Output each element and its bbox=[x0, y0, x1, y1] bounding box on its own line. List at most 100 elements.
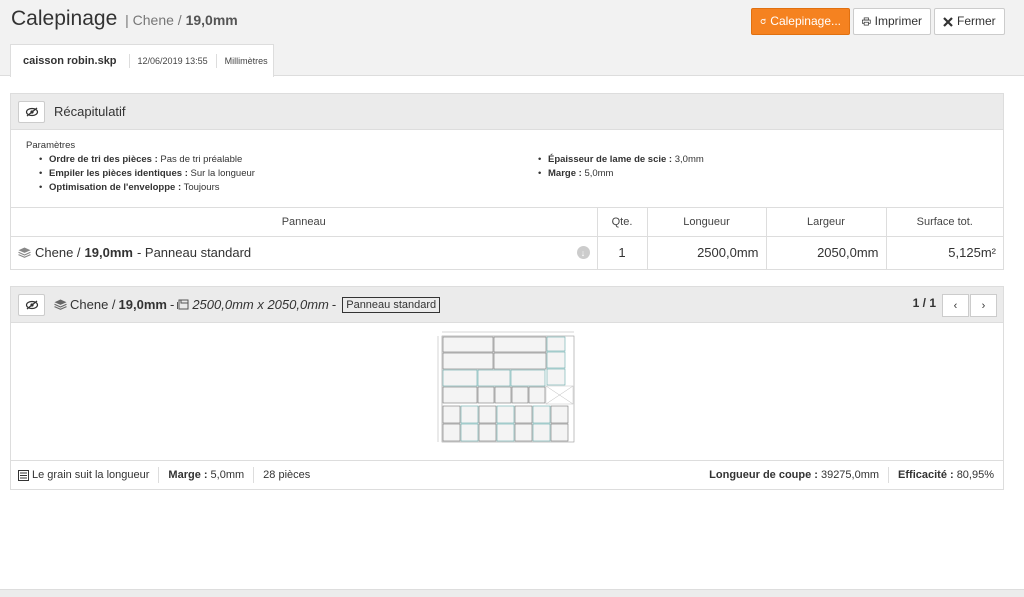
tab-units: Millimètres bbox=[215, 54, 276, 68]
row-material: Chene / bbox=[35, 245, 81, 261]
table-row: Chene / 19,0mm - Panneau standard ↓ 1 25… bbox=[11, 236, 1003, 269]
panel-type-badge: Panneau standard bbox=[342, 296, 441, 313]
cutting-piece bbox=[442, 386, 478, 404]
cutting-piece bbox=[550, 405, 569, 424]
tab-date: 12/06/2019 13:55 bbox=[128, 54, 216, 68]
margin-info: Marge : 5,0mm bbox=[158, 467, 253, 483]
refresh-icon bbox=[760, 18, 766, 24]
summary-table: Panneau Qte. Longueur Largeur Surface to… bbox=[11, 207, 1003, 269]
param-value: 3,0mm bbox=[674, 154, 704, 165]
page-indicator: 1 / 1 bbox=[912, 296, 936, 310]
grain-info: Le grain suit la longueur bbox=[11, 467, 158, 483]
cutting-piece bbox=[496, 405, 515, 424]
cutting-diagram-area bbox=[11, 324, 1003, 461]
next-page-button[interactable]: › bbox=[970, 294, 997, 317]
file-tab[interactable]: caisson robin.skp 12/06/2019 13:55 Milli… bbox=[10, 44, 274, 77]
sheet-dimensions: 2500,0mm x 2050,0mm bbox=[192, 297, 329, 312]
parameters-list-right: Épaisseur de lame de scie : 3,0mm Marge … bbox=[536, 153, 704, 181]
calepinage-button-label: Calepinage... bbox=[770, 14, 841, 28]
cut-length-label: Longueur de coupe : bbox=[709, 469, 818, 481]
sheet-title: Chene / 19,0mm - 2500,0mm x 2050,0mm - P… bbox=[54, 296, 441, 313]
tab-filename: caisson robin.skp bbox=[23, 55, 117, 67]
col-longueur: Longueur bbox=[646, 207, 766, 237]
calepinage-button[interactable]: Calepinage... bbox=[751, 8, 850, 35]
cutting-piece bbox=[442, 405, 461, 424]
title-separator: | bbox=[125, 12, 129, 28]
dimensions-icon bbox=[177, 299, 189, 310]
title-material: Chene / bbox=[132, 12, 182, 28]
row-thickness: 19,0mm bbox=[84, 245, 133, 261]
cell-panneau: Chene / 19,0mm - Panneau standard ↓ bbox=[11, 236, 597, 269]
layers-icon bbox=[54, 299, 67, 310]
page-title: Calepinage | Chene / 19,0mm bbox=[11, 7, 238, 31]
cutting-piece bbox=[496, 423, 515, 442]
cutting-piece bbox=[442, 336, 494, 353]
cutting-piece bbox=[478, 423, 497, 442]
cutting-piece bbox=[477, 386, 495, 404]
cutting-piece bbox=[493, 336, 547, 353]
close-icon bbox=[943, 16, 953, 27]
param-item: Empiler les pièces identiques : Sur la l… bbox=[37, 167, 255, 181]
print-button[interactable]: Imprimer bbox=[853, 8, 931, 35]
toggle-summary-button[interactable] bbox=[18, 100, 45, 123]
cutting-piece bbox=[546, 336, 566, 352]
param-item: Ordre de tri des pièces : Pas de tri pré… bbox=[37, 153, 255, 167]
cutting-piece bbox=[494, 386, 512, 404]
arrow-circle-down-icon[interactable]: ↓ bbox=[576, 246, 590, 260]
chevron-left-icon: ‹ bbox=[953, 299, 958, 312]
cutting-piece bbox=[528, 386, 546, 404]
cutting-piece bbox=[514, 405, 533, 424]
col-largeur: Largeur bbox=[765, 207, 886, 237]
efficiency-label: Efficacité : bbox=[898, 469, 954, 481]
cutting-piece bbox=[532, 423, 551, 442]
cell-surface: 5,125m² bbox=[885, 236, 1003, 269]
param-value: 5,0mm bbox=[584, 168, 614, 179]
cutting-piece bbox=[477, 369, 511, 387]
prev-page-button[interactable]: ‹ bbox=[942, 294, 969, 317]
cutting-piece bbox=[493, 352, 547, 370]
print-icon bbox=[862, 17, 871, 26]
sheet-header: Chene / 19,0mm - 2500,0mm x 2050,0mm - P… bbox=[11, 287, 1003, 323]
cutting-piece bbox=[442, 369, 478, 387]
sheet-material: Chene / bbox=[70, 297, 116, 312]
title-thickness: 19,0mm bbox=[185, 12, 238, 28]
cutting-piece bbox=[478, 405, 497, 424]
cutting-piece bbox=[510, 369, 546, 387]
col-panneau: Panneau bbox=[11, 207, 597, 237]
cutting-piece bbox=[460, 423, 479, 442]
row-type: - Panneau standard bbox=[136, 245, 252, 261]
close-button[interactable]: Fermer bbox=[934, 8, 1005, 35]
title-subtitle: | Chene / 19,0mm bbox=[125, 12, 238, 28]
efficiency-info: Efficacité : 80,95% bbox=[888, 467, 1003, 483]
cutting-piece bbox=[460, 405, 479, 424]
col-qte: Qte. bbox=[596, 207, 647, 237]
margin-label: Marge : bbox=[168, 469, 208, 481]
efficiency-value: 80,95% bbox=[956, 469, 994, 481]
layers-icon bbox=[18, 247, 31, 259]
param-key: Ordre de tri des pièces : bbox=[49, 154, 158, 165]
table-header-row: Panneau Qte. Longueur Largeur Surface to… bbox=[11, 207, 1003, 237]
summary-panel: Récapitulatif Paramètres Ordre de tri de… bbox=[10, 93, 1004, 270]
cutting-piece bbox=[442, 423, 461, 442]
sheet-thickness: 19,0mm bbox=[118, 297, 167, 312]
param-value: Sur la longueur bbox=[190, 168, 255, 179]
param-item: Épaisseur de lame de scie : 3,0mm bbox=[536, 153, 704, 167]
cutting-piece bbox=[546, 351, 566, 369]
chevron-right-icon: › bbox=[981, 299, 986, 312]
cutting-piece bbox=[550, 423, 569, 442]
header: Calepinage | Chene / 19,0mm Calepinage..… bbox=[0, 0, 1024, 77]
parameters-section: Paramètres Ordre de tri des pièces : Pas… bbox=[11, 130, 1003, 207]
param-key: Optimisation de l'enveloppe : bbox=[49, 182, 182, 193]
margin-value: 5,0mm bbox=[210, 469, 245, 481]
cell-qty: 1 bbox=[596, 236, 647, 269]
cell-length: 2500,0mm bbox=[646, 236, 766, 269]
cutting-diagram[interactable] bbox=[11, 324, 1003, 461]
parameters-list-left: Ordre de tri des pièces : Pas de tri pré… bbox=[37, 153, 255, 195]
grain-icon bbox=[18, 469, 29, 481]
summary-header: Récapitulatif bbox=[11, 94, 1003, 130]
col-surface: Surface tot. bbox=[885, 207, 1003, 237]
print-button-label: Imprimer bbox=[874, 14, 922, 28]
sheet-separator-2: - bbox=[331, 297, 337, 312]
toggle-sheet-button[interactable] bbox=[18, 293, 45, 316]
sheet-footer: Le grain suit la longueur Marge : 5,0mm … bbox=[11, 460, 1003, 489]
